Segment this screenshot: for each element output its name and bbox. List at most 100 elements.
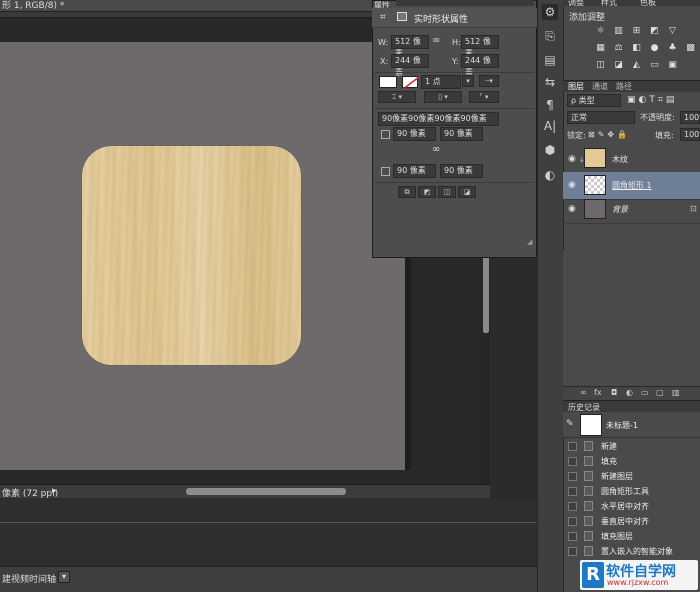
- layer-name[interactable]: 背景: [612, 204, 628, 215]
- path-intersect-button[interactable]: ◫: [438, 186, 456, 198]
- properties-panel-icon[interactable]: ⚙: [542, 4, 558, 20]
- vertical-scroll-thumb[interactable]: [483, 255, 489, 333]
- selective-color-icon[interactable]: ▣: [667, 61, 678, 70]
- hue-saturation-icon[interactable]: ▦: [595, 44, 606, 53]
- clone-source-icon[interactable]: ⎘: [542, 28, 558, 44]
- corner-bl-field[interactable]: 90 像素: [393, 164, 436, 178]
- threshold-icon[interactable]: ◭: [631, 61, 642, 70]
- brightness-icon[interactable]: ☼: [595, 27, 606, 36]
- tab-styles[interactable]: 样式: [601, 0, 617, 8]
- link-dimensions-icon[interactable]: ∞: [432, 35, 440, 46]
- stroke-align-dropdown[interactable]: ⌶ ▾: [378, 91, 416, 103]
- levels-icon[interactable]: ▥: [613, 27, 624, 36]
- 3d-icon[interactable]: ⬢: [542, 142, 558, 158]
- tab-channels[interactable]: 通道: [592, 81, 608, 92]
- stroke-corner-dropdown[interactable]: ⌜ ▾: [469, 91, 499, 103]
- fill-field[interactable]: 100%: [680, 128, 700, 141]
- brush-icon[interactable]: ⇆: [542, 74, 558, 90]
- curves-icon[interactable]: ⊞: [631, 27, 642, 36]
- vibrance-icon[interactable]: ▽: [667, 27, 678, 36]
- path-subtract-button[interactable]: ◩: [418, 186, 436, 198]
- visibility-eye-icon[interactable]: ◉: [568, 204, 576, 214]
- stroke-type-dropdown[interactable]: ┄▾: [479, 75, 499, 87]
- blend-mode-select[interactable]: 正常: [567, 111, 635, 124]
- history-state-icon: [584, 471, 593, 481]
- y-field[interactable]: 244 像素: [461, 54, 499, 77]
- stroke-width-field[interactable]: 1 点: [421, 75, 461, 89]
- horizontal-scroll-thumb[interactable]: [186, 488, 346, 495]
- timeline-panel: [0, 498, 563, 568]
- history-checkbox[interactable]: [568, 457, 577, 466]
- resize-grip-icon[interactable]: ◢: [527, 238, 532, 246]
- history-state-icon: [584, 486, 593, 496]
- history-checkbox[interactable]: [568, 547, 577, 556]
- separator: [374, 108, 534, 109]
- visibility-eye-icon[interactable]: ◉: [568, 154, 576, 164]
- corner-radius-summary[interactable]: 90像素90像素90像素90像素: [378, 112, 499, 126]
- stroke-swatch[interactable]: [402, 76, 420, 90]
- separator: [374, 72, 534, 73]
- visibility-eye-icon[interactable]: ◉: [568, 180, 576, 190]
- tab-paths[interactable]: 路径: [616, 81, 632, 92]
- live-shape-properties-label: 实时形状属性: [414, 15, 469, 25]
- folder-icon[interactable]: ▭: [641, 388, 649, 397]
- opacity-field[interactable]: 100%: [680, 111, 700, 124]
- create-video-timeline-button[interactable]: 建视频时间轴: [2, 572, 56, 585]
- properties-drag-bar[interactable]: [396, 0, 534, 6]
- document-tab[interactable]: 形 1, RGB/8) *: [0, 0, 372, 12]
- invert-icon[interactable]: ◫: [595, 61, 606, 70]
- history-checkbox[interactable]: [568, 442, 577, 451]
- history-checkbox[interactable]: [568, 532, 577, 541]
- black-white-icon[interactable]: ◧: [631, 44, 642, 53]
- gradient-map-icon[interactable]: ▭: [649, 61, 660, 70]
- timeline-dropdown[interactable]: ▾: [58, 571, 70, 583]
- corner-br-field[interactable]: 90 像素: [440, 164, 483, 178]
- stroke-cap-dropdown[interactable]: ▯ ▾: [424, 91, 462, 103]
- corner-bl-icon: [381, 167, 390, 176]
- history-checkbox[interactable]: [568, 517, 577, 526]
- watermark-logo: R: [582, 562, 604, 588]
- channel-mixer-icon[interactable]: ♣: [667, 44, 678, 53]
- measurement-icon[interactable]: ◐: [542, 167, 558, 183]
- layer-name[interactable]: 木纹: [612, 154, 628, 165]
- history-state-icon: [584, 546, 593, 556]
- color-balance-icon[interactable]: ⚖: [613, 44, 624, 53]
- history-checkbox[interactable]: [568, 487, 577, 496]
- link-corners-icon[interactable]: ∞: [432, 144, 440, 155]
- width-field[interactable]: 512 像素: [391, 35, 429, 58]
- layer-filter-icons[interactable]: ▣◐T⌗▤: [627, 95, 677, 105]
- exposure-icon[interactable]: ◩: [649, 27, 660, 36]
- new-layer-icon[interactable]: ▢: [656, 388, 664, 397]
- path-combine-button[interactable]: ⧉: [398, 186, 416, 198]
- corner-tr-field[interactable]: 90 像素: [440, 127, 483, 141]
- history-checkbox[interactable]: [568, 472, 577, 481]
- paragraph-icon[interactable]: ¶: [542, 97, 558, 113]
- history-checkbox[interactable]: [568, 502, 577, 511]
- character-icon[interactable]: A|: [542, 118, 558, 134]
- tab-layers[interactable]: 图层: [568, 81, 584, 92]
- brush-presets-icon[interactable]: ▤: [542, 52, 558, 68]
- fill-swatch[interactable]: [379, 76, 397, 88]
- corner-tl-field[interactable]: 90 像素: [393, 127, 436, 141]
- color-lookup-icon[interactable]: ▩: [685, 44, 696, 53]
- height-field[interactable]: 512 像素: [461, 35, 499, 58]
- stroke-width-dropdown[interactable]: ▾: [462, 75, 474, 87]
- fx-icon[interactable]: fx: [594, 388, 602, 397]
- adjustment-icon[interactable]: ◐: [626, 388, 633, 397]
- tab-swatches[interactable]: 色板: [640, 0, 656, 8]
- document-tab-title: 形 1, RGB/8) *: [2, 1, 65, 11]
- tab-adjustments[interactable]: 调整: [568, 0, 584, 8]
- posterize-icon[interactable]: ◪: [613, 61, 624, 70]
- mask-icon[interactable]: ◘: [611, 388, 617, 397]
- trash-icon[interactable]: ▥: [672, 388, 680, 397]
- layer-kind-filter[interactable]: ρ 类型: [567, 94, 621, 107]
- layer-name[interactable]: 圆角矩形 1: [612, 180, 652, 191]
- wood-rounded-rectangle[interactable]: [82, 146, 301, 365]
- path-exclude-button[interactable]: ◪: [458, 186, 476, 198]
- link-icon[interactable]: ∞: [580, 388, 587, 397]
- status-menu-arrow[interactable]: ▸: [52, 486, 57, 496]
- photo-filter-icon[interactable]: ●: [649, 44, 660, 53]
- mask-icon[interactable]: [397, 12, 407, 21]
- x-field[interactable]: 244 像素: [391, 54, 429, 77]
- lock-icons[interactable]: ⊠✎✥🔒: [588, 130, 630, 139]
